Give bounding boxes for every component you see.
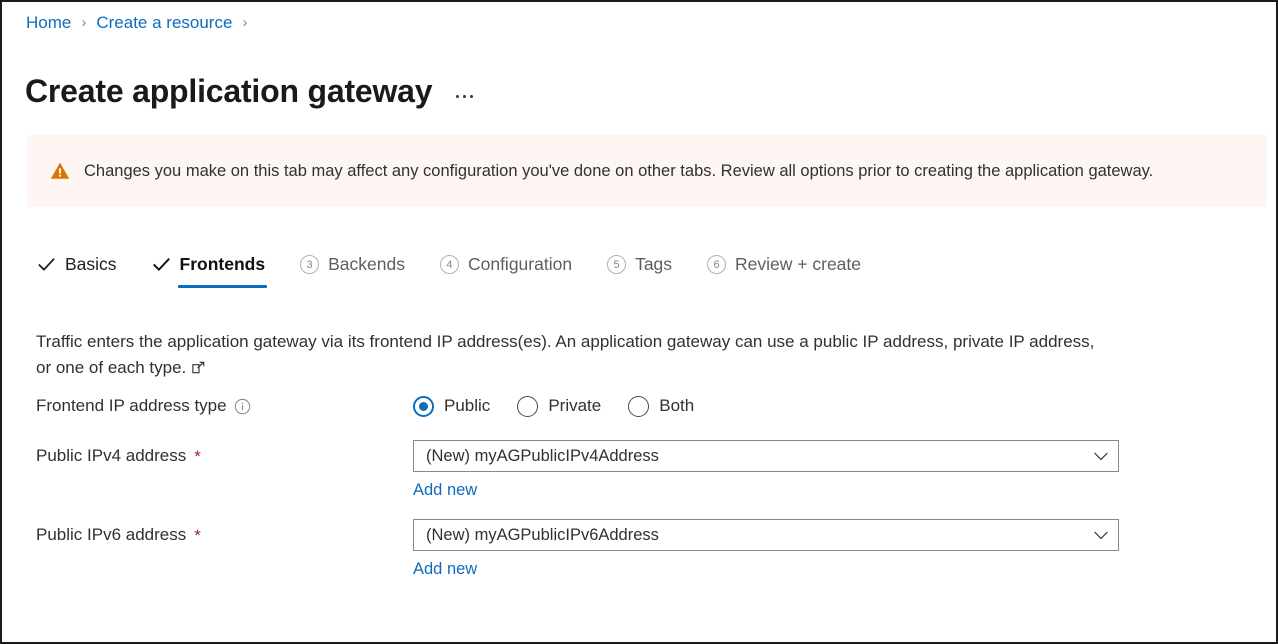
more-actions-icon[interactable] — [454, 91, 475, 102]
breadcrumb-item-home[interactable]: Home — [26, 12, 71, 34]
label-public-ipv6-address: Public IPv6 address * — [36, 519, 413, 551]
tab-step-number: 3 — [300, 255, 319, 274]
tab-backends[interactable]: 3 Backends — [298, 247, 407, 281]
radio-mark-icon — [628, 396, 649, 417]
warning-banner: Changes you make on this tab may affect … — [27, 135, 1267, 207]
info-icon[interactable] — [234, 398, 251, 415]
label-frontend-ip-address-type: Frontend IP address type — [36, 390, 413, 422]
chevron-down-icon — [1092, 447, 1110, 465]
form-row-public-ipv4: Public IPv4 address * (New) myAGPublicIP… — [36, 440, 1236, 501]
frontends-form: Frontend IP address type Public Private — [36, 390, 1236, 598]
ellipsis-dot — [456, 95, 459, 98]
tab-configuration[interactable]: 4 Configuration — [438, 247, 574, 281]
tab-label: Backends — [328, 252, 405, 276]
label-text: Public IPv4 address — [36, 440, 186, 472]
warning-banner-text: Changes you make on this tab may affect … — [84, 160, 1153, 182]
breadcrumb-separator-icon: › — [242, 12, 247, 34]
tab-step-number: 4 — [440, 255, 459, 274]
field-public-ipv6: (New) myAGPublicIPv6Address Add new — [413, 519, 1236, 580]
public-ipv6-selected-value: (New) myAGPublicIPv6Address — [426, 524, 1092, 546]
public-ipv4-selected-value: (New) myAGPublicIPv4Address — [426, 445, 1092, 467]
field-ip-type-radios: Public Private Both — [413, 390, 1236, 422]
field-public-ipv4: (New) myAGPublicIPv4Address Add new — [413, 440, 1236, 501]
tab-label: Basics — [65, 252, 117, 276]
add-new-public-ipv4-link[interactable]: Add new — [413, 479, 477, 501]
label-text: Frontend IP address type — [36, 390, 227, 422]
radio-label: Both — [659, 395, 694, 417]
form-row-ip-type: Frontend IP address type Public Private — [36, 390, 1236, 422]
add-new-public-ipv6-link[interactable]: Add new — [413, 558, 477, 580]
tab-label: Configuration — [468, 252, 572, 276]
warning-icon — [50, 161, 70, 181]
tab-tags[interactable]: 5 Tags — [605, 247, 674, 281]
tab-label: Review + create — [735, 252, 861, 276]
check-icon — [152, 255, 171, 274]
check-icon — [37, 255, 56, 274]
tab-review-create[interactable]: 6 Review + create — [705, 247, 863, 281]
breadcrumb-item-create-a-resource[interactable]: Create a resource — [96, 12, 232, 34]
radio-public[interactable]: Public — [413, 395, 490, 417]
create-application-gateway-page: Home › Create a resource › Create applic… — [0, 0, 1278, 644]
breadcrumb-separator-icon: › — [81, 12, 86, 34]
tab-frontends[interactable]: Frontends — [150, 247, 268, 281]
radio-group-frontend-ip-type: Public Private Both — [413, 390, 1236, 422]
required-indicator: * — [194, 527, 201, 544]
active-tab-indicator — [178, 285, 268, 288]
page-title: Create application gateway — [25, 71, 432, 111]
radio-private[interactable]: Private — [517, 395, 601, 417]
tab-basics[interactable]: Basics — [35, 247, 119, 281]
ellipsis-dot — [470, 95, 473, 98]
radio-both[interactable]: Both — [628, 395, 694, 417]
label-text: Public IPv6 address — [36, 519, 186, 551]
tab-step-number: 6 — [707, 255, 726, 274]
radio-label: Public — [444, 395, 490, 417]
label-public-ipv4-address: Public IPv4 address * — [36, 440, 413, 472]
wizard-tabs: Basics Frontends 3 Backends 4 Configurat… — [35, 247, 863, 291]
tab-step-number: 5 — [607, 255, 626, 274]
public-ipv6-dropdown[interactable]: (New) myAGPublicIPv6Address — [413, 519, 1119, 551]
tab-label: Frontends — [180, 252, 266, 276]
radio-mark-icon — [413, 396, 434, 417]
radio-label: Private — [548, 395, 601, 417]
external-link-icon[interactable] — [191, 357, 206, 383]
breadcrumb: Home › Create a resource › — [26, 12, 257, 34]
section-description: Traffic enters the application gateway v… — [36, 329, 1096, 383]
required-indicator: * — [194, 448, 201, 465]
tab-label: Tags — [635, 252, 672, 276]
form-row-public-ipv6: Public IPv6 address * (New) myAGPublicIP… — [36, 519, 1236, 580]
radio-mark-icon — [517, 396, 538, 417]
public-ipv4-dropdown[interactable]: (New) myAGPublicIPv4Address — [413, 440, 1119, 472]
ellipsis-dot — [463, 95, 466, 98]
title-row: Create application gateway — [25, 50, 475, 133]
chevron-down-icon — [1092, 526, 1110, 544]
